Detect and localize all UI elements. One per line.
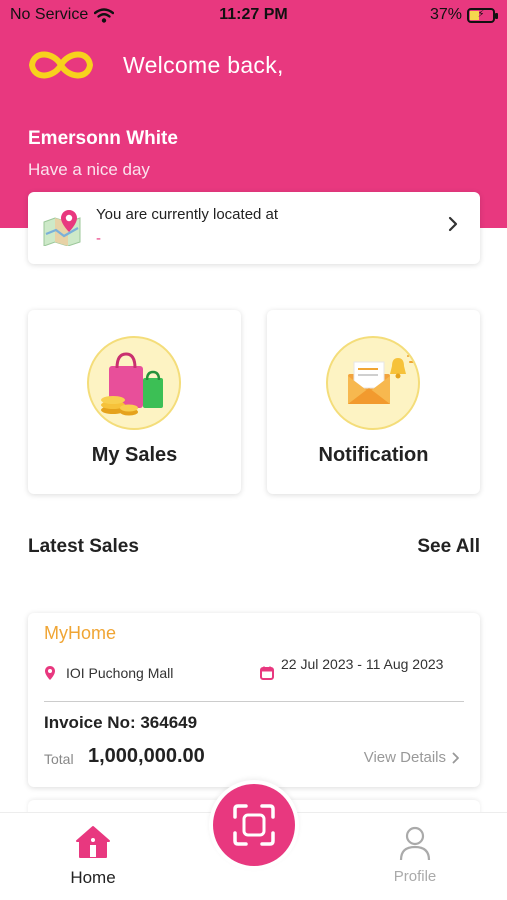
sale-location: IOI Puchong Mall: [66, 665, 174, 681]
location-pin-icon: [45, 666, 55, 680]
sale-shop-name: MyHome: [44, 623, 117, 643]
see-all-link[interactable]: See All: [417, 536, 480, 558]
envelope-bell-icon: [348, 352, 416, 404]
scan-frame-icon: [233, 804, 275, 846]
my-sales-tile[interactable]: My Sales: [28, 310, 241, 494]
sale-date-range: 22 Jul 2023 - 11 Aug 2023: [281, 656, 444, 672]
status-bar: No Service 11:27 PM 37% ⚡: [0, 0, 507, 30]
view-details-link[interactable]: View Details: [364, 749, 460, 766]
chevron-right-icon: [452, 752, 459, 763]
profile-icon: [399, 826, 431, 861]
invoice-number: Invoice No: 364649: [44, 713, 198, 732]
tile-icon-circle: [87, 336, 181, 430]
battery-percent: 37%: [429, 6, 462, 23]
divider: [44, 701, 464, 702]
total-amount: 1,000,000.00: [88, 745, 205, 767]
shopping-bags-coins-icon: [101, 352, 163, 416]
latest-sales-title: Latest Sales: [28, 536, 139, 557]
location-value: -: [96, 230, 101, 247]
nav-profile[interactable]: Profile: [380, 825, 450, 885]
battery-charging-icon: ⚡: [467, 7, 498, 23]
calendar-icon: [260, 666, 274, 680]
nav-home[interactable]: Home: [58, 825, 128, 888]
scan-button[interactable]: [213, 784, 295, 866]
my-sales-label: My Sales: [91, 444, 178, 466]
map-pin-icon: [43, 210, 81, 246]
greeting-text: Have a nice day: [28, 160, 150, 179]
view-details-label: View Details: [363, 749, 446, 766]
notification-label: Notification: [318, 444, 429, 466]
home-icon: [76, 826, 110, 858]
welcome-text: Welcome back,: [123, 52, 284, 78]
nav-home-label: Home: [70, 868, 116, 887]
user-name: Emersonn White: [28, 128, 178, 149]
sale-card[interactable]: MyHome IOI Puchong Mall 22 Jul 2023 - 11…: [28, 613, 480, 787]
chevron-right-icon: [448, 216, 458, 232]
status-right: 37% ⚡: [429, 6, 498, 24]
location-title: You are currently located at: [96, 206, 279, 223]
total-label: Total: [44, 751, 74, 767]
notification-tile[interactable]: Notification: [267, 310, 480, 494]
infinity-logo: [29, 51, 93, 79]
tile-icon-circle: [326, 336, 420, 430]
nav-profile-label: Profile: [393, 868, 437, 885]
scan-button-wrapper: [209, 780, 299, 870]
location-card[interactable]: You are currently located at -: [28, 192, 480, 264]
